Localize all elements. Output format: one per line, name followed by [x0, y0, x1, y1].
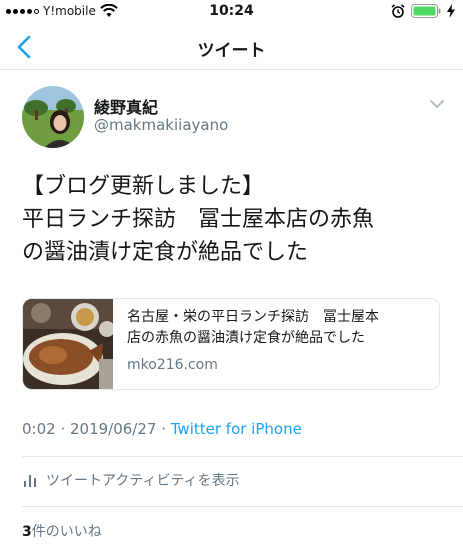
- link-preview-card[interactable]: 名古屋・栄の平日ランチ探訪 冨士屋本 店の赤魚の醤油漬け定食が絶品でした mko…: [22, 298, 440, 390]
- divider: [22, 456, 463, 457]
- card-title-line: 名古屋・栄の平日ランチ探訪 冨士屋本: [127, 309, 379, 325]
- charging-icon: [447, 4, 455, 18]
- tweet-activity-button[interactable]: ツイートアクティビティを表示: [22, 470, 240, 490]
- likes-count: 3: [22, 524, 32, 540]
- card-thumbnail: [23, 299, 113, 389]
- likes-count-link[interactable]: 3件のいいね: [22, 521, 102, 541]
- tweet-meta: 0:02 · 2019/06/27 · Twitter for iPhone: [22, 420, 302, 438]
- activity-chart-icon: [24, 475, 36, 487]
- avatar[interactable]: [22, 86, 84, 148]
- nav-bar: ツイート: [0, 24, 463, 70]
- tweet-source-link[interactable]: Twitter for iPhone: [171, 420, 302, 438]
- tweet-text-line: 平日ランチ探訪 冨士屋本店の赤魚: [22, 207, 375, 232]
- card-domain: mko216.com: [127, 357, 218, 373]
- card-title: 名古屋・栄の平日ランチ探訪 冨士屋本 店の赤魚の醤油漬け定食が絶品でした: [127, 307, 433, 349]
- battery-icon: [411, 4, 441, 18]
- card-title-line: 店の赤魚の醤油漬け定食が絶品でした: [127, 330, 365, 346]
- status-bar: Y!mobile 10:24: [0, 0, 463, 24]
- page-title: ツイート: [197, 41, 266, 61]
- tweet-text-line: 【ブログ更新しました】: [22, 174, 265, 199]
- likes-label: 件のいいね: [31, 524, 102, 540]
- author-name[interactable]: 綾野真紀: [94, 94, 158, 118]
- author-handle[interactable]: @makmakiiayano: [94, 116, 228, 134]
- divider: [22, 506, 463, 507]
- tweet-text-line: の醤油漬け定食が絶品でした: [22, 240, 309, 265]
- tweet-timestamp: 0:02 · 2019/06/27 ·: [22, 420, 171, 438]
- chevron-down-icon[interactable]: [429, 98, 445, 110]
- alarm-icon: [391, 4, 405, 18]
- tweet-activity-label: ツイートアクティビティを表示: [46, 473, 240, 489]
- tweet-text: 【ブログ更新しました】 平日ランチ探訪 冨士屋本店の赤魚 の醤油漬け定食が絶品で…: [22, 170, 452, 269]
- status-right: [391, 4, 455, 18]
